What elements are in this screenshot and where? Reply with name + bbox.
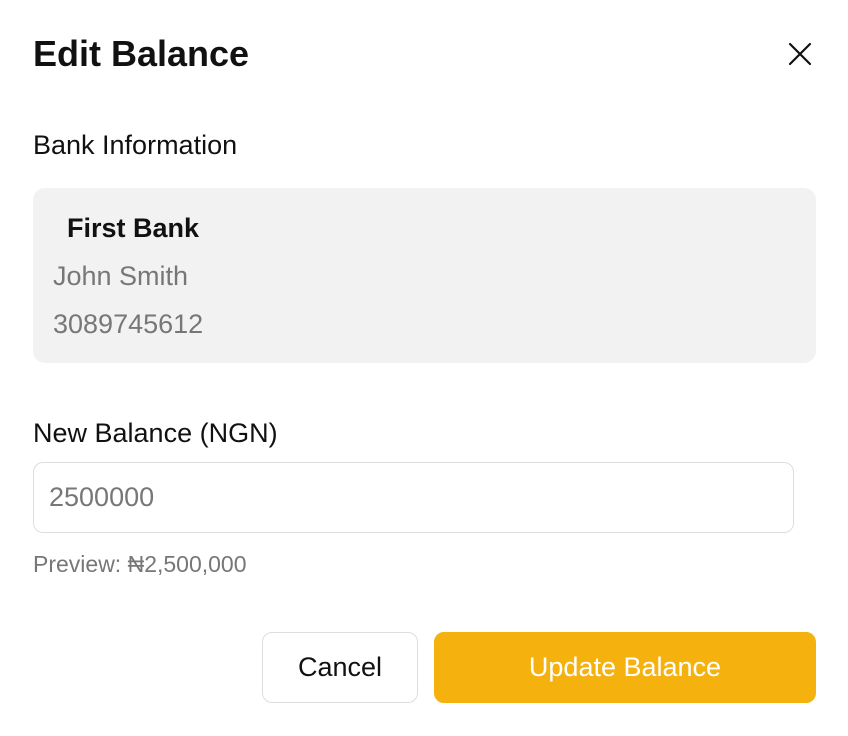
cancel-button[interactable]: Cancel (262, 632, 418, 703)
bank-name: First Bank (67, 213, 200, 243)
account-number: 3089745612 (53, 309, 204, 339)
bank-information-label: Bank Information (33, 130, 238, 160)
close-icon (788, 42, 812, 66)
new-balance-label: New Balance (NGN) (33, 418, 278, 448)
update-balance-button[interactable]: Update Balance (434, 632, 816, 703)
balance-preview: Preview: ₦2,500,000 (33, 551, 247, 577)
bank-info-card: First Bank John Smith 3089745612 (33, 188, 816, 363)
account-name: John Smith (53, 261, 189, 291)
close-button[interactable] (780, 34, 820, 74)
dialog-title: Edit Balance (33, 33, 250, 74)
edit-balance-dialog: Edit Balance Bank Information First Bank… (0, 0, 848, 736)
new-balance-input[interactable] (33, 462, 794, 533)
